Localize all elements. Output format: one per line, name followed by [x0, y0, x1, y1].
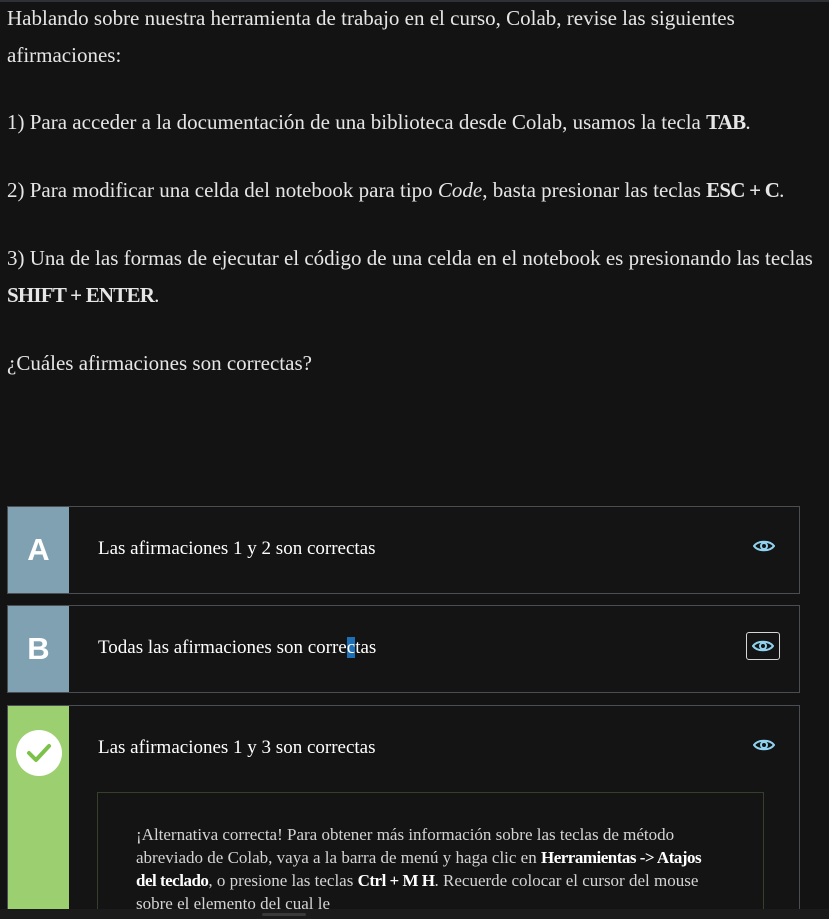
option-text: Las afirmaciones 1 y 2 son correctas [98, 538, 376, 559]
bottom-scroll-strip [0, 909, 829, 919]
eye-icon [753, 739, 775, 751]
option-text: Las afirmaciones 1 y 3 son correctas [98, 737, 376, 758]
option-text: Todas las afirmaciones son correctas [98, 637, 377, 658]
key-esc-c: ESC + C [706, 178, 780, 202]
option-letter: A [27, 532, 50, 567]
text-selection: c [346, 637, 356, 658]
option-letter-column: B [8, 606, 69, 692]
statement-3: 3) Una de las formas de ejecutar el códi… [7, 246, 813, 307]
question-text: Hablando sobre nuestra herramienta de tr… [7, 0, 817, 382]
check-icon [15, 730, 62, 776]
eye-icon [753, 540, 775, 552]
option-letter: B [27, 631, 50, 666]
code-term: Code [437, 178, 483, 202]
option-b[interactable]: B Todas las afirmaciones son correctas [7, 605, 800, 693]
key-shift-enter: SHIFT + ENTER [7, 283, 155, 307]
option-status-column [8, 706, 69, 919]
statement-2: 2) Para modificar una celda del notebook… [7, 178, 785, 202]
scroll-handle[interactable] [262, 913, 306, 916]
shortcut-keys: Ctrl + M H [357, 871, 435, 890]
option-c-correct[interactable]: Las afirmaciones 1 y 3 son correctas ¡Al… [7, 705, 800, 919]
question-prompt: ¿Cuáles afirmaciones son correctas? [7, 351, 312, 375]
option-letter-column: A [8, 507, 69, 593]
eye-icon [752, 640, 774, 652]
show-feedback-button[interactable] [747, 731, 781, 759]
key-tab: TAB [706, 110, 746, 134]
quiz-page: Hablando sobre nuestra herramienta de tr… [0, 0, 829, 919]
feedback-box: ¡Alternativa correcta! Para obtener más … [97, 792, 764, 919]
show-feedback-button[interactable] [747, 532, 781, 560]
show-feedback-button[interactable] [746, 632, 780, 660]
option-a[interactable]: A Las afirmaciones 1 y 2 son correctas [7, 506, 800, 594]
question-intro: Hablando sobre nuestra herramienta de tr… [7, 6, 735, 67]
statement-1: 1) Para acceder a la documentación de un… [7, 110, 751, 134]
